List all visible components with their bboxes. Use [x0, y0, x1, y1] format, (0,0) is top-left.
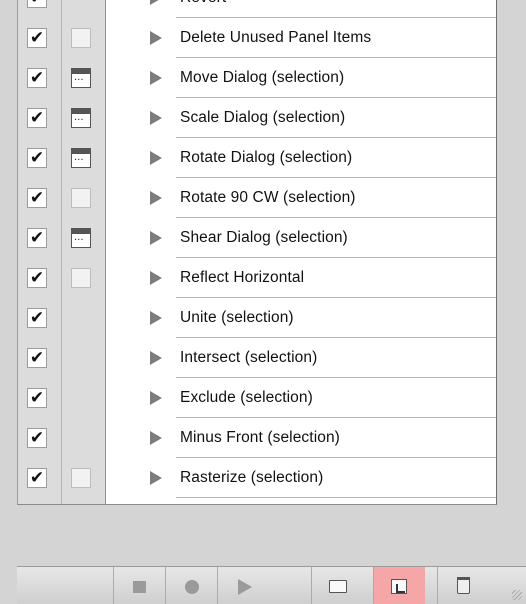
expand-triangle-icon[interactable]	[150, 191, 162, 205]
action-row[interactable]: ✔ Scale Dialog (selection)	[18, 98, 496, 138]
action-row[interactable]: ✔ Shear Dialog (selection)	[18, 218, 496, 258]
toggle-item-checkbox[interactable]: ✔	[27, 428, 47, 448]
toggle-item-checkbox[interactable]: ✔	[27, 68, 47, 88]
action-label: Rotate Dialog (selection)	[180, 149, 353, 166]
record-icon	[185, 580, 199, 594]
toggle-item-checkbox[interactable]: ✔	[27, 268, 47, 288]
action-label: Move Dialog (selection)	[180, 69, 345, 86]
play-icon	[238, 579, 252, 595]
stop-recording-button[interactable]	[113, 567, 165, 604]
delete-selection-button[interactable]	[437, 567, 489, 604]
stop-icon	[133, 581, 146, 593]
action-row[interactable]: ✔ Unite (selection)	[18, 298, 496, 338]
folder-icon	[329, 580, 347, 593]
create-new-action-button[interactable]	[373, 567, 425, 604]
expand-triangle-icon[interactable]	[150, 31, 162, 45]
toggle-dialog-icon[interactable]	[71, 468, 91, 488]
action-row[interactable]: ✔ Revert	[18, 0, 496, 18]
action-row[interactable]: ✔ Reflect Horizontal	[18, 258, 496, 298]
action-label: Revert	[180, 0, 226, 7]
action-label: Delete Unused Panel Items	[180, 29, 372, 46]
expand-triangle-icon[interactable]	[150, 151, 162, 165]
begin-recording-button[interactable]	[165, 567, 217, 604]
action-row[interactable]: ✔ Rotate Dialog (selection)	[18, 138, 496, 178]
action-label: Rotate 90 CW (selection)	[180, 189, 356, 206]
action-row[interactable]: ✔ Delete Unused Panel Items	[18, 18, 496, 58]
action-label: Unite (selection)	[180, 309, 294, 326]
action-label: Scale Dialog (selection)	[180, 109, 346, 126]
toggle-item-checkbox[interactable]: ✔	[27, 468, 47, 488]
toggle-item-checkbox[interactable]: ✔	[27, 28, 47, 48]
new-item-icon	[391, 579, 407, 594]
action-row[interactable]: ✔ Rasterize (selection)	[18, 458, 496, 498]
expand-triangle-icon[interactable]	[150, 0, 162, 5]
expand-triangle-icon[interactable]	[150, 471, 162, 485]
row-divider	[176, 497, 496, 498]
action-row[interactable]: ✔ Minus Front (selection)	[18, 418, 496, 458]
action-row[interactable]: ✔ Move Dialog (selection)	[18, 58, 496, 98]
action-label: Minus Front (selection)	[180, 429, 340, 446]
toggle-item-checkbox[interactable]: ✔	[27, 148, 47, 168]
toggle-item-checkbox[interactable]: ✔	[27, 308, 47, 328]
trash-icon	[457, 577, 470, 594]
toggle-item-checkbox[interactable]: ✔	[27, 188, 47, 208]
toggle-item-checkbox[interactable]: ✔	[27, 0, 47, 8]
expand-triangle-icon[interactable]	[150, 351, 162, 365]
expand-triangle-icon[interactable]	[150, 111, 162, 125]
expand-triangle-icon[interactable]	[150, 391, 162, 405]
actions-toolbar	[17, 566, 526, 604]
action-row[interactable]: ✔ Intersect (selection)	[18, 338, 496, 378]
expand-triangle-icon[interactable]	[150, 71, 162, 85]
actions-panel: ✔ Revert ✔ Delete Unused Panel Items ✔ Move D…	[0, 0, 526, 604]
toggle-dialog-icon[interactable]	[71, 268, 91, 288]
action-row[interactable]: ✔ Rotate 90 CW (selection)	[18, 178, 496, 218]
play-selection-button[interactable]	[217, 567, 269, 604]
action-label: Rasterize (selection)	[180, 469, 324, 486]
toggle-item-checkbox[interactable]: ✔	[27, 108, 47, 128]
toggle-dialog-icon[interactable]	[71, 228, 91, 248]
expand-triangle-icon[interactable]	[150, 311, 162, 325]
toggle-dialog-icon[interactable]	[71, 68, 91, 88]
actions-list: ✔ Revert ✔ Delete Unused Panel Items ✔ Move D…	[17, 0, 497, 505]
action-label: Exclude (selection)	[180, 389, 313, 406]
expand-triangle-icon[interactable]	[150, 271, 162, 285]
action-label: Reflect Horizontal	[180, 269, 305, 286]
expand-triangle-icon[interactable]	[150, 431, 162, 445]
action-label: Shear Dialog (selection)	[180, 229, 348, 246]
toggle-dialog-icon[interactable]	[71, 108, 91, 128]
resize-grip-icon[interactable]	[512, 590, 522, 600]
toggle-dialog-icon[interactable]	[71, 28, 91, 48]
toggle-item-checkbox[interactable]: ✔	[27, 228, 47, 248]
toggle-item-checkbox[interactable]: ✔	[27, 348, 47, 368]
action-label: Intersect (selection)	[180, 349, 318, 366]
toggle-dialog-icon[interactable]	[71, 148, 91, 168]
toggle-dialog-icon[interactable]	[71, 188, 91, 208]
action-row[interactable]: ✔ Exclude (selection)	[18, 378, 496, 418]
create-new-set-button[interactable]	[311, 567, 363, 604]
toggle-item-checkbox[interactable]: ✔	[27, 388, 47, 408]
expand-triangle-icon[interactable]	[150, 231, 162, 245]
